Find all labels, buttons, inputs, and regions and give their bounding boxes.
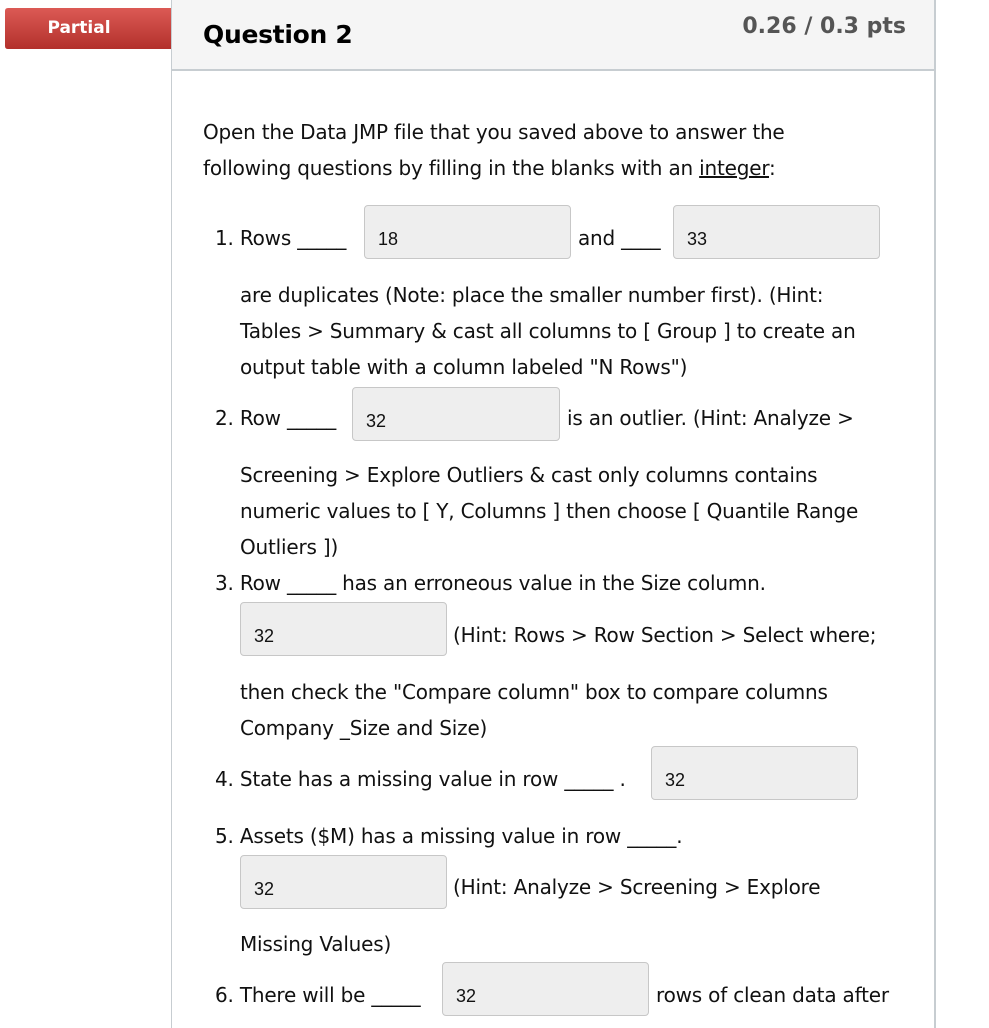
q3-prefix: 3. Row _____ has an erroneous value in t… — [215, 571, 766, 595]
intro-underlined-word: integer — [699, 156, 769, 180]
intro-line-2: following questions by filling in the bl… — [203, 156, 776, 180]
q4-prefix: 4. State has a missing value in row ____… — [215, 767, 626, 791]
q3-line-2: Company _Size and Size) — [240, 716, 488, 740]
question-points: 0.26 / 0.3 pts — [742, 14, 906, 39]
intro-line-2-prefix: following questions by filling in the bl… — [203, 156, 700, 180]
badge-label: Partial — [47, 18, 111, 38]
q1-answer-1-input[interactable] — [364, 205, 571, 259]
q2-line-2: numeric values to [ Y, Columns ] then ch… — [240, 499, 859, 523]
q1-answer-2-input[interactable] — [673, 205, 880, 259]
q1-prefix: 1. Rows _____ — [215, 226, 347, 250]
q1-mid-text: and ____ — [578, 226, 661, 250]
intro-line-2-suffix: : — [769, 156, 776, 180]
q5-prefix: 5. Assets ($M) has a missing value in ro… — [215, 824, 683, 848]
q3-suffix: (Hint: Rows > Row Section > Select where… — [453, 623, 877, 647]
q1-line-1: are duplicates (Note: place the smaller … — [240, 283, 824, 307]
question-header: Question 2 0.26 / 0.3 pts — [172, 0, 934, 71]
q5-answer-input[interactable] — [240, 855, 447, 909]
question-title: Question 2 — [203, 20, 353, 49]
q2-prefix: 2. Row _____ — [215, 406, 336, 430]
q6-answer-input[interactable] — [442, 962, 649, 1016]
q2-line-1: Screening > Explore Outliers & cast only… — [240, 463, 818, 487]
q6-suffix: rows of clean data after — [656, 983, 889, 1007]
q3-answer-input[interactable] — [240, 602, 447, 656]
intro-line-1: Open the Data JMP file that you saved ab… — [203, 120, 785, 144]
partial-credit-badge: Partial — [5, 8, 193, 49]
q6-prefix: 6. There will be _____ — [215, 983, 421, 1007]
q5-line-1: Missing Values) — [240, 932, 392, 956]
q2-suffix: is an outlier. (Hint: Analyze > — [567, 406, 854, 430]
q1-line-3: output table with a column labeled "N Ro… — [240, 355, 688, 379]
q2-answer-input[interactable] — [352, 387, 560, 441]
q1-line-2: Tables > Summary & cast all columns to [… — [240, 319, 856, 343]
q5-suffix: (Hint: Analyze > Screening > Explore — [453, 875, 821, 899]
q3-line-1: then check the "Compare column" box to c… — [240, 680, 828, 704]
q4-answer-input[interactable] — [651, 746, 858, 800]
q2-line-3: Outliers ]) — [240, 535, 339, 559]
